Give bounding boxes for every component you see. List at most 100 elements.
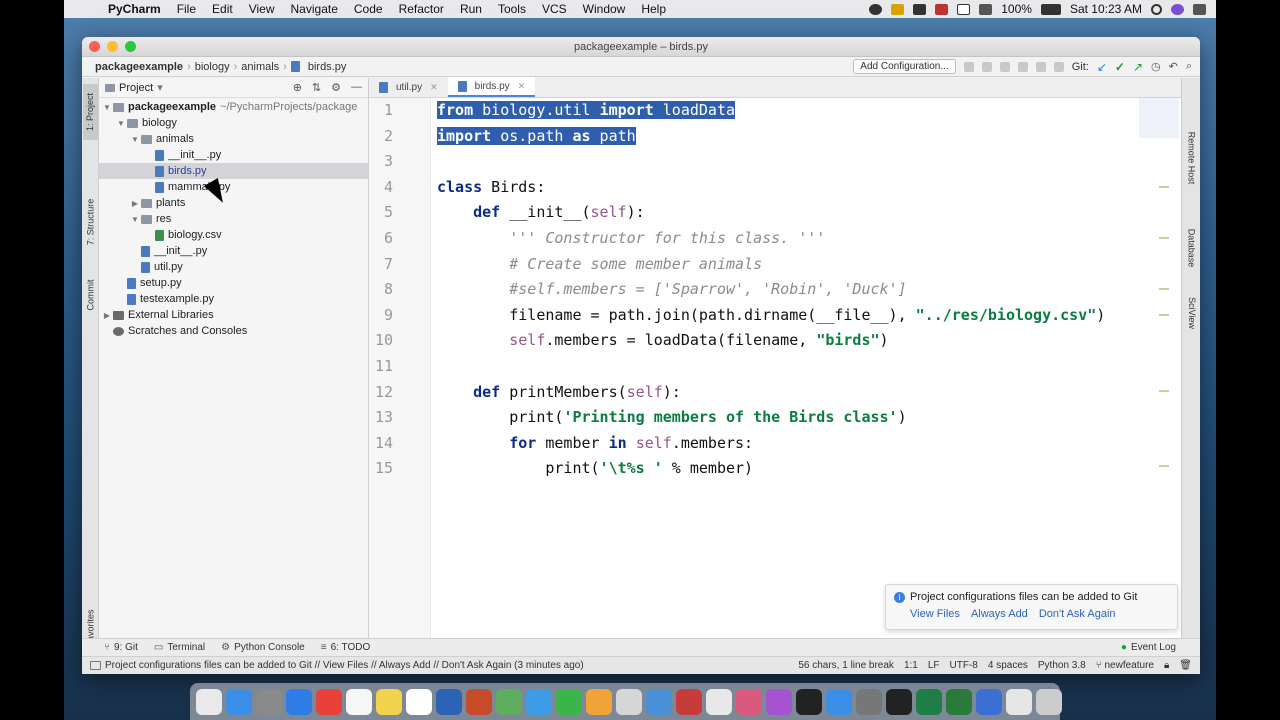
battery-icon[interactable] bbox=[1040, 3, 1061, 15]
security-shield-icon[interactable] bbox=[891, 3, 905, 15]
git-push-icon[interactable]: ↗ bbox=[1133, 60, 1143, 74]
siri-icon[interactable] bbox=[1171, 3, 1184, 15]
zoom-window-button[interactable] bbox=[125, 41, 136, 52]
git-update-icon[interactable]: ↙ bbox=[1097, 60, 1107, 74]
close-tab-icon[interactable]: ✕ bbox=[518, 81, 526, 92]
dock-app-icon[interactable] bbox=[256, 688, 282, 715]
tree-row-biology-init[interactable]: __init__.py bbox=[99, 243, 368, 259]
collapse-all-icon[interactable]: ⇅ bbox=[312, 81, 321, 94]
dock-app-icon[interactable] bbox=[526, 688, 552, 715]
tool-tab-event-log[interactable]: ● Event Log bbox=[1113, 642, 1200, 653]
dock-app-icon[interactable] bbox=[766, 688, 792, 715]
warning-stripe-marker[interactable] bbox=[1159, 186, 1169, 188]
toggle-tool-windows-icon[interactable] bbox=[90, 661, 101, 670]
tree-row-external-libraries[interactable]: ▶ External Libraries bbox=[99, 307, 368, 323]
dock-app-icon[interactable] bbox=[376, 688, 402, 715]
dock-app-icon[interactable] bbox=[616, 688, 642, 715]
hide-panel-icon[interactable]: — bbox=[351, 81, 362, 94]
dock-app-icon[interactable] bbox=[736, 688, 762, 715]
chevron-down-icon[interactable]: ▾ bbox=[157, 81, 163, 94]
record-icon[interactable] bbox=[869, 3, 883, 15]
dont-ask-again-link[interactable]: Don't Ask Again bbox=[1039, 608, 1116, 620]
menu-edit[interactable]: Edit bbox=[204, 2, 241, 16]
menu-tools[interactable]: Tools bbox=[490, 2, 534, 16]
dock-app-icon[interactable] bbox=[556, 688, 582, 715]
dock-app-icon[interactable] bbox=[586, 688, 612, 715]
debug-icon[interactable] bbox=[981, 61, 992, 72]
profile-icon[interactable] bbox=[1017, 61, 1028, 72]
display-icon[interactable] bbox=[913, 3, 927, 15]
lock-icon[interactable]: 🔒︎ bbox=[1164, 660, 1169, 671]
file-encoding[interactable]: UTF-8 bbox=[950, 660, 978, 671]
tree-row-res[interactable]: ▼ res bbox=[99, 211, 368, 227]
tree-row-scratches[interactable]: Scratches and Consoles bbox=[99, 323, 368, 339]
caret-position[interactable]: 1:1 bbox=[904, 660, 918, 671]
dock-app-icon[interactable] bbox=[856, 688, 882, 715]
code-minimap[interactable] bbox=[1139, 98, 1179, 138]
breadcrumb-birds[interactable]: birds.py bbox=[304, 61, 351, 73]
menu-vcs[interactable]: VCS bbox=[534, 2, 575, 16]
tree-row-biology[interactable]: ▼ biology bbox=[99, 115, 368, 131]
expand-arrow-icon[interactable]: ▼ bbox=[129, 135, 141, 144]
tool-tab-commit[interactable]: Commit bbox=[83, 270, 98, 320]
dock-app-icon[interactable] bbox=[286, 688, 312, 715]
menu-refactor[interactable]: Refactor bbox=[391, 2, 452, 16]
warning-stripe-marker[interactable] bbox=[1159, 288, 1169, 290]
add-configuration-button[interactable]: Add Configuration... bbox=[853, 59, 956, 74]
flag-icon[interactable] bbox=[935, 3, 949, 15]
tool-tab-database[interactable]: Database bbox=[1182, 218, 1200, 278]
dock-app-icon[interactable] bbox=[676, 688, 702, 715]
menu-run[interactable]: Run bbox=[452, 2, 490, 16]
breadcrumb-animals[interactable]: animals bbox=[237, 61, 283, 73]
tool-tab-structure[interactable]: 7: Structure bbox=[83, 190, 98, 254]
always-add-link[interactable]: Always Add bbox=[971, 608, 1028, 620]
tree-row-birds[interactable]: birds.py bbox=[99, 163, 368, 179]
dock-app-icon[interactable] bbox=[646, 688, 672, 715]
search-everywhere-icon[interactable]: ⌕ bbox=[1186, 60, 1192, 73]
git-rollback-icon[interactable]: ↶ bbox=[1169, 60, 1178, 73]
warning-stripe-marker[interactable] bbox=[1159, 465, 1169, 467]
minimize-window-button[interactable] bbox=[107, 41, 118, 52]
spotlight-search-icon[interactable] bbox=[1151, 3, 1162, 15]
tab-util-py[interactable]: util.py ✕ bbox=[369, 77, 448, 97]
dock-app-icon[interactable] bbox=[406, 688, 432, 715]
collapse-arrow-icon[interactable]: ▶ bbox=[129, 199, 141, 208]
menu-code[interactable]: Code bbox=[346, 2, 391, 16]
dock-app-icon[interactable] bbox=[466, 688, 492, 715]
tab-birds-py[interactable]: birds.py ✕ bbox=[447, 77, 536, 97]
tool-tab-terminal[interactable]: ▭ Terminal bbox=[146, 642, 213, 653]
dock-app-icon[interactable] bbox=[916, 688, 942, 715]
warning-stripe-marker[interactable] bbox=[1159, 237, 1169, 239]
tool-tab-todo[interactable]: ≡ 6: TODO bbox=[313, 642, 379, 653]
dock-app-icon[interactable] bbox=[886, 688, 912, 715]
volume-icon[interactable] bbox=[979, 3, 993, 15]
git-history-icon[interactable]: ◷ bbox=[1151, 60, 1161, 73]
menu-file[interactable]: File bbox=[169, 2, 204, 16]
breadcrumb-project[interactable]: packageexample bbox=[91, 61, 187, 73]
git-branch[interactable]: ⑂ newfeature bbox=[1096, 660, 1154, 671]
git-commit-icon[interactable]: ✓ bbox=[1115, 60, 1125, 74]
tree-row-util[interactable]: util.py bbox=[99, 259, 368, 275]
tool-tab-python-console[interactable]: ⚙ Python Console bbox=[213, 642, 313, 653]
tool-tab-remote-host[interactable]: Remote Host bbox=[1182, 118, 1200, 198]
dock-app-icon[interactable] bbox=[226, 688, 252, 715]
close-window-button[interactable] bbox=[89, 41, 100, 52]
dock-app-icon[interactable] bbox=[946, 688, 972, 715]
status-message[interactable]: Project configurations files can be adde… bbox=[105, 660, 584, 671]
tool-tab-git[interactable]: ⑂ 9: Git bbox=[82, 642, 146, 653]
trash-icon[interactable]: 🗑︎ bbox=[1179, 660, 1192, 671]
tree-row-mammals[interactable]: mammals.py bbox=[99, 179, 368, 195]
dock-app-icon[interactable] bbox=[1006, 688, 1032, 715]
menu-window[interactable]: Window bbox=[575, 2, 634, 16]
dock-app-icon[interactable] bbox=[436, 688, 462, 715]
tool-tab-sciview[interactable]: SciView bbox=[1182, 288, 1200, 338]
tree-row-root[interactable]: ▼ packageexample ~/PycharmProjects/packag… bbox=[99, 99, 368, 115]
run-icon[interactable] bbox=[963, 61, 974, 72]
coverage-icon[interactable] bbox=[999, 61, 1010, 72]
dock-app-icon[interactable] bbox=[826, 688, 852, 715]
menu-navigate[interactable]: Navigate bbox=[283, 2, 346, 16]
dock-app-icon[interactable] bbox=[346, 688, 372, 715]
code-area[interactable]: 1 2 3 4 5 6 7 8 9 10 11 12 13 14 15 from… bbox=[369, 98, 1181, 638]
gear-icon[interactable]: ⚙ bbox=[331, 81, 341, 94]
project-view-selector[interactable]: Project bbox=[119, 82, 153, 94]
